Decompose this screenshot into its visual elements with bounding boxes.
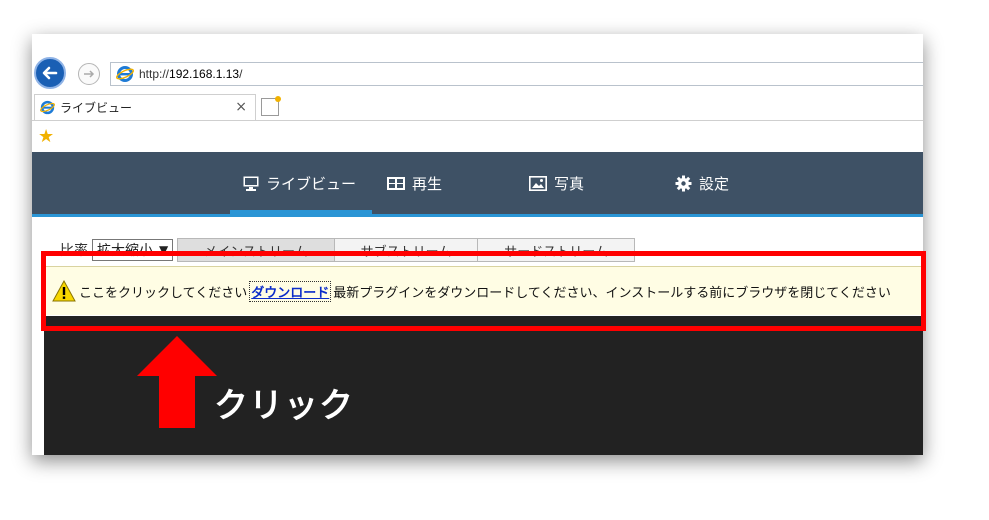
tab-strip: ライブビュー × — [32, 94, 923, 121]
nav-label: ライブビュー — [266, 174, 357, 193]
favorites-bar: ★ — [32, 122, 923, 152]
nav-item-photo[interactable]: 写真 — [529, 152, 584, 214]
nav-label: 再生 — [412, 174, 443, 193]
nav-item-settings[interactable]: 設定 — [675, 152, 729, 214]
favorites-star-icon[interactable]: ★ — [38, 128, 54, 146]
app-navbar: ライブビュー 再生 写真 設定 — [32, 152, 923, 214]
url-scheme: http:// — [139, 67, 170, 81]
ie-logo-icon — [40, 100, 55, 115]
nav-item-liveview[interactable]: ライブビュー — [243, 152, 356, 214]
highlight-frame — [41, 251, 926, 331]
arrow-left-icon — [42, 66, 58, 80]
tab-liveview[interactable]: ライブビュー × — [34, 94, 256, 120]
new-tab-button[interactable] — [261, 96, 281, 116]
tab-close-button[interactable]: × — [235, 99, 247, 115]
back-button[interactable] — [34, 57, 66, 89]
click-annotation-label: クリック — [214, 386, 354, 426]
nav-item-playback[interactable]: 再生 — [387, 152, 442, 214]
ie-logo-icon — [116, 66, 134, 82]
gear-icon — [675, 175, 692, 191]
url-path: / — [239, 67, 243, 81]
nav-label: 写真 — [554, 174, 585, 193]
monitor-icon — [243, 176, 259, 191]
nav-label: 設定 — [699, 174, 730, 193]
photo-icon — [529, 175, 547, 191]
address-bar-row: http://192.168.1.13/ — [32, 56, 923, 90]
tab-title: ライブビュー — [60, 101, 133, 115]
forward-button[interactable] — [78, 63, 100, 85]
address-input[interactable]: http://192.168.1.13/ — [110, 62, 923, 86]
url-host: 192.168.1.13 — [169, 67, 240, 81]
url-text: http://192.168.1.13/ — [139, 67, 242, 81]
arrow-right-icon — [84, 70, 95, 78]
film-icon — [387, 176, 405, 190]
arrow-up-icon — [137, 336, 217, 428]
